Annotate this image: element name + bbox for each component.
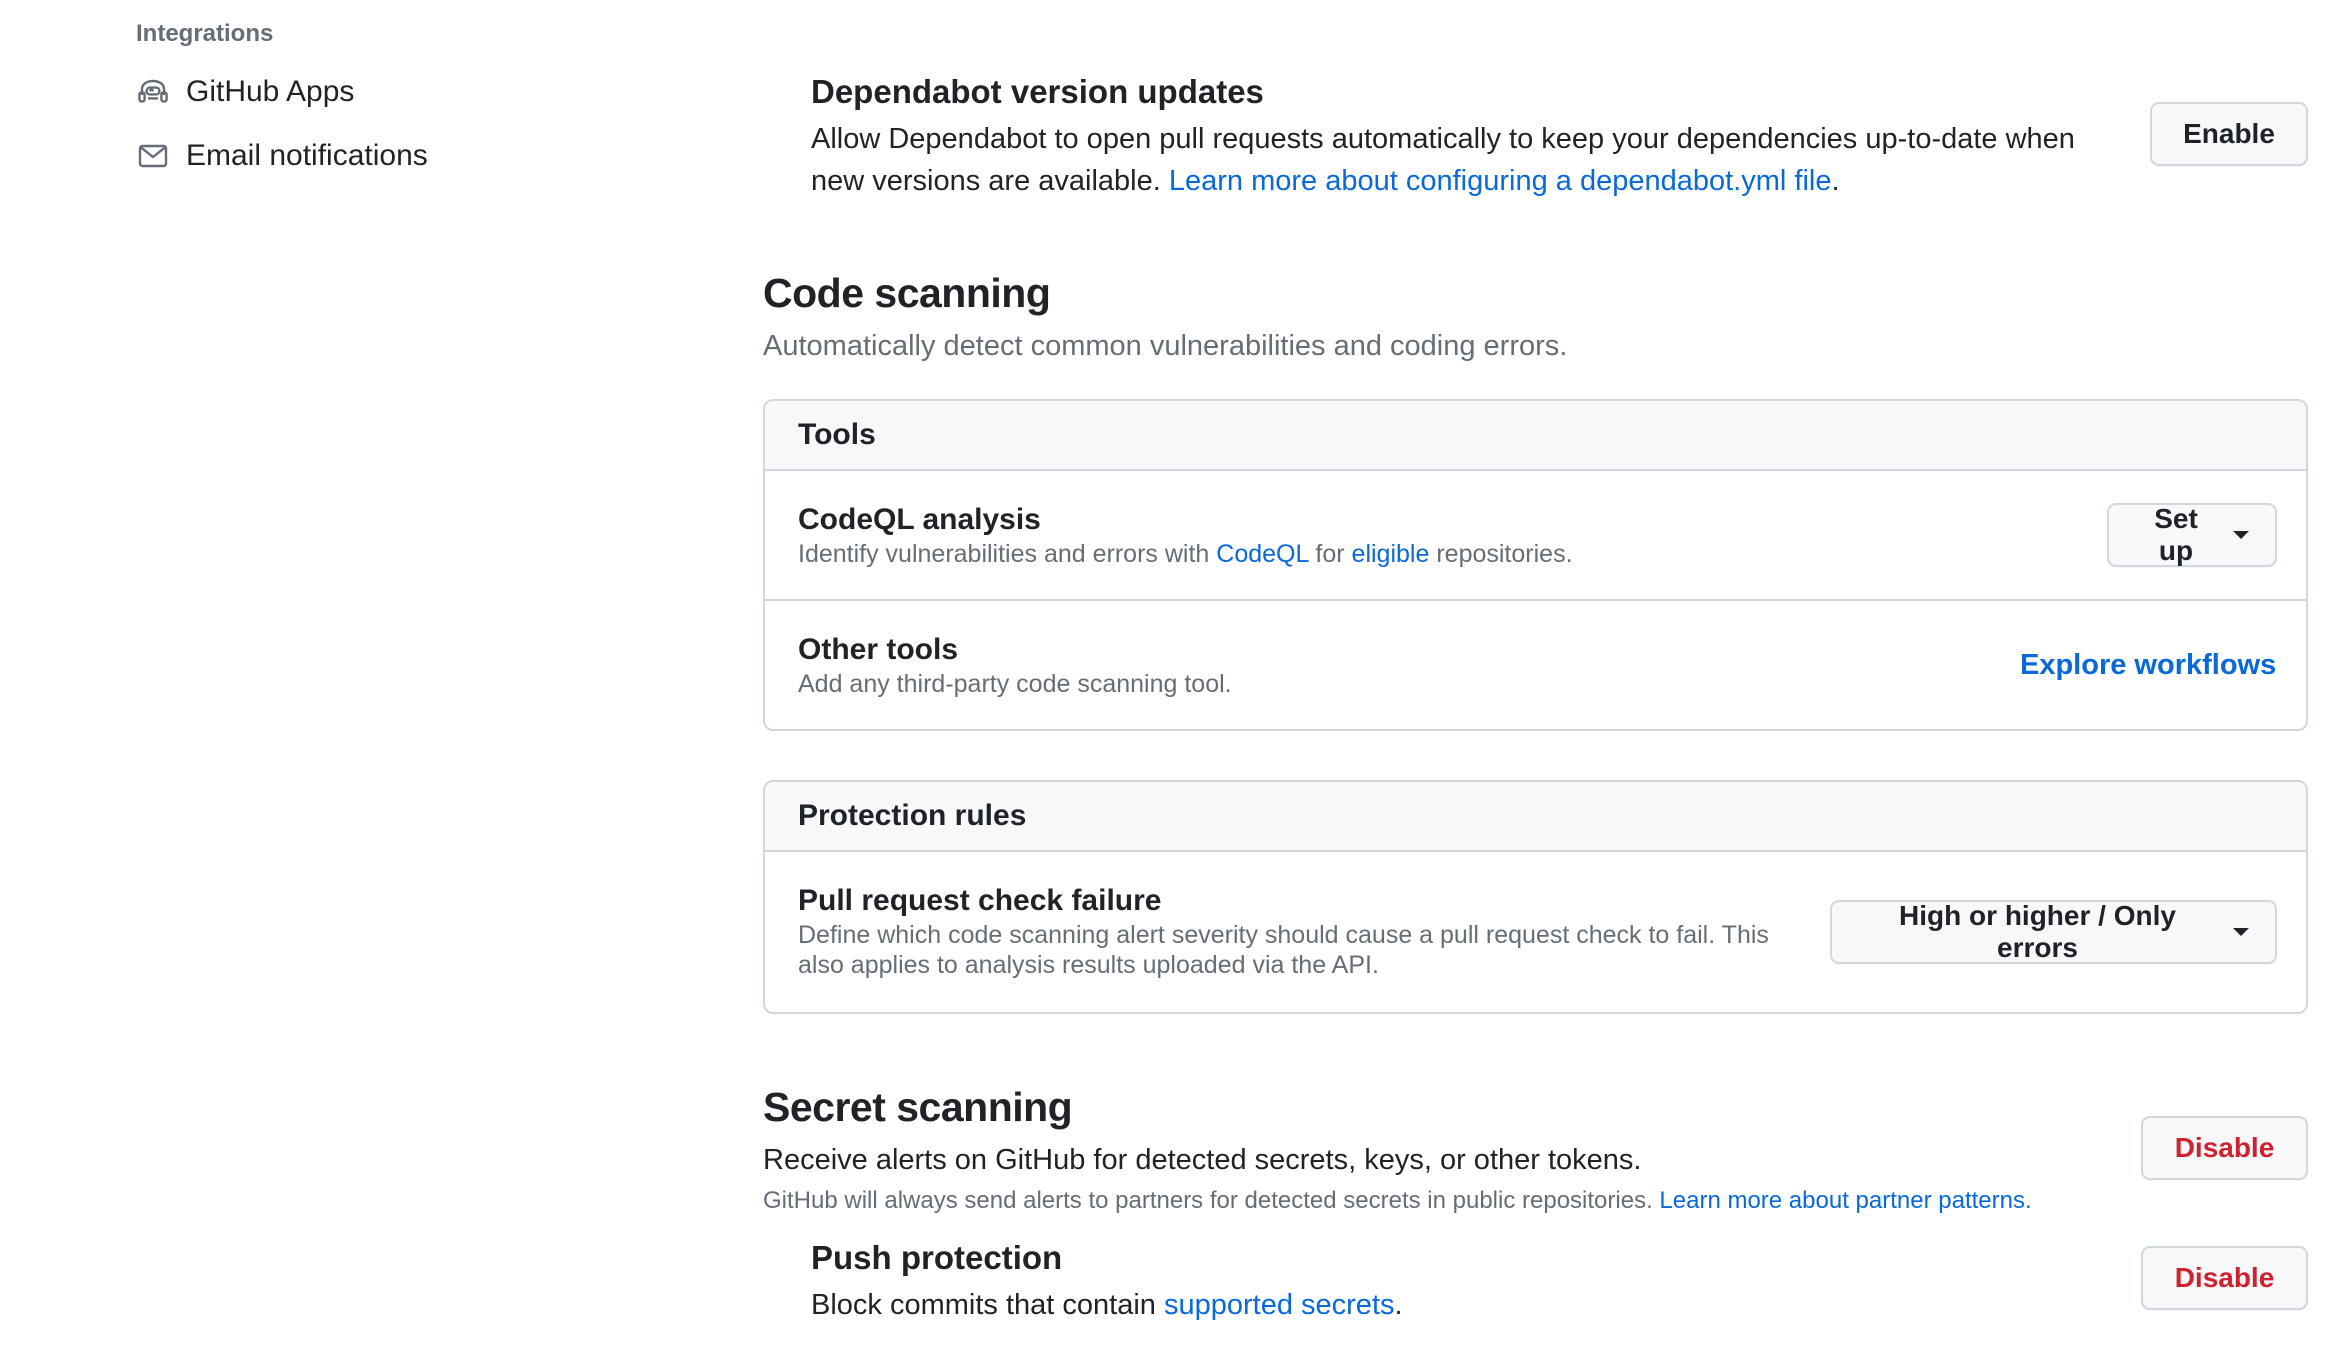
protection-rules-header: Protection rules xyxy=(765,782,2306,852)
code-scanning-title: Code scanning xyxy=(763,270,1051,316)
secret-scanning-title: Secret scanning xyxy=(763,1084,1073,1130)
codeql-setup-dropdown[interactable]: Set up xyxy=(2107,503,2277,567)
disable-push-protection-button[interactable]: Disable xyxy=(2141,1246,2308,1310)
disable-secret-scanning-button[interactable]: Disable xyxy=(2141,1116,2308,1180)
codeql-link[interactable]: CodeQL xyxy=(1216,540,1308,568)
push-protection: Push protection Block commits that conta… xyxy=(811,1236,2111,1326)
setup-button-label: Set up xyxy=(2154,503,2198,566)
eligible-link[interactable]: eligible xyxy=(1352,540,1430,568)
pr-check-failure-description: Define which code scanning alert severit… xyxy=(798,920,1818,980)
other-tools-row: Other tools Add any third-party code sca… xyxy=(765,601,2306,729)
codeql-desc-suffix: repositories. xyxy=(1436,540,1573,568)
secret-scanning-description: Receive alerts on GitHub for detected se… xyxy=(763,1144,1642,1176)
push-protection-description: Block commits that contain supported sec… xyxy=(811,1284,2111,1326)
pr-check-desc-line-2: also applies to analysis results uploade… xyxy=(798,951,1379,979)
sidebar-item-email-notifications[interactable]: Email notifications xyxy=(136,124,636,188)
sidebar-heading-integrations: Integrations xyxy=(136,20,274,47)
code-scanning-description: Automatically detect common vulnerabilit… xyxy=(763,330,1568,362)
tools-box-header: Tools xyxy=(765,401,2306,471)
enable-dependabot-updates-button[interactable]: Enable xyxy=(2150,102,2308,166)
codeql-desc-prefix: Identify vulnerabilities and errors with xyxy=(798,540,1210,568)
codeql-desc-mid: for xyxy=(1315,540,1345,568)
dependabot-learn-more-link[interactable]: Learn more about configuring a dependabo… xyxy=(1169,165,1832,197)
chevron-down-icon xyxy=(2233,531,2249,539)
codeql-analysis-title: CodeQL analysis xyxy=(798,503,1041,536)
severity-select-dropdown[interactable]: High or higher / Only errors xyxy=(1830,900,2277,964)
codeql-analysis-row: CodeQL analysis Identify vulnerabilities… xyxy=(765,471,2306,601)
push-protection-title: Push protection xyxy=(811,1239,1063,1276)
dependabot-updates-description: Allow Dependabot to open pull requests a… xyxy=(811,118,2111,202)
push-protection-text: Block commits that contain xyxy=(811,1289,1156,1321)
settings-sidebar: Integrations GitHub Apps Email notificat… xyxy=(136,0,636,188)
tools-box: Tools CodeQL analysis Identify vulnerabi… xyxy=(763,399,2308,731)
dependabot-updates-title: Dependabot version updates xyxy=(811,73,1264,110)
explore-workflows-link[interactable]: Explore workflows xyxy=(2020,649,2276,682)
supported-secrets-link[interactable]: supported secrets xyxy=(1164,1289,1395,1321)
punctuation: . xyxy=(1394,1289,1403,1321)
partner-note-text: GitHub will always send alerts to partne… xyxy=(763,1187,1653,1214)
partner-patterns-link[interactable]: Learn more about partner patterns. xyxy=(1659,1187,2031,1214)
sidebar-item-github-apps[interactable]: GitHub Apps xyxy=(136,60,636,124)
chevron-down-icon xyxy=(2233,928,2249,936)
punctuation: . xyxy=(1831,165,1840,197)
severity-select-value: High or higher / Only errors xyxy=(1899,900,2176,963)
pr-check-failure-title: Pull request check failure xyxy=(798,884,1162,917)
secret-scanning-partner-note: GitHub will always send alerts to partne… xyxy=(763,1187,2032,1215)
sidebar-item-label: GitHub Apps xyxy=(186,75,355,108)
protection-rules-box: Protection rules Pull request check fail… xyxy=(763,780,2308,1014)
other-tools-description: Add any third-party code scanning tool. xyxy=(798,670,1232,698)
codeql-analysis-description: Identify vulnerabilities and errors with… xyxy=(798,539,1573,569)
github-apps-icon xyxy=(136,75,170,109)
sidebar-item-label: Email notifications xyxy=(186,139,428,172)
other-tools-title: Other tools xyxy=(798,633,959,666)
mail-icon xyxy=(136,139,170,173)
pr-check-failure-row: Pull request check failure Define which … xyxy=(765,852,2306,1012)
dependabot-version-updates: Dependabot version updates Allow Dependa… xyxy=(811,70,2111,202)
pr-check-desc-line-1: Define which code scanning alert severit… xyxy=(798,921,1769,949)
